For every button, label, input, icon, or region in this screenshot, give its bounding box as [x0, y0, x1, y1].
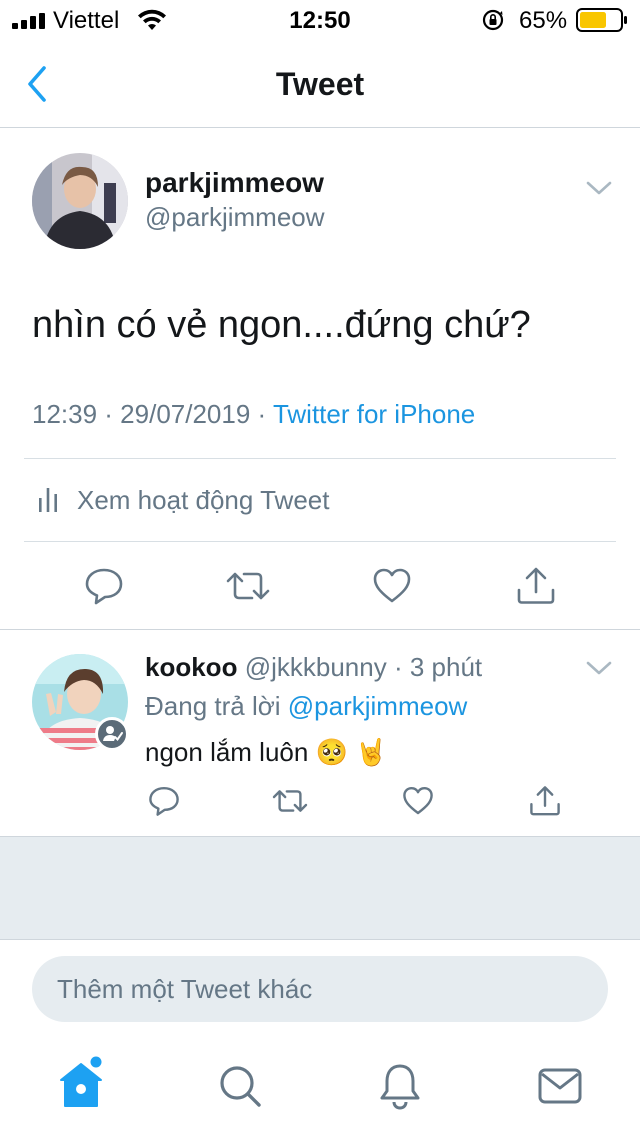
divider [24, 458, 616, 459]
tweet-activity-label: Xem hoạt động Tweet [77, 485, 330, 515]
tweet-text: nhìn có vẻ ngon....đứng chứ? [32, 304, 531, 346]
follow-badge [95, 717, 129, 751]
reply-time: 3 phút [409, 652, 483, 682]
tweet-timestamp: 12:39 · 29/07/2019 · [32, 399, 273, 429]
retweet-icon[interactable] [272, 785, 308, 817]
divider [0, 629, 640, 630]
reply-text: ngon lắm luôn 🥺 🤘 [145, 737, 388, 767]
battery-percent: 65% [519, 7, 568, 34]
search-icon[interactable] [218, 1064, 262, 1108]
compose-placeholder: Thêm một Tweet khác [57, 974, 313, 1004]
divider [24, 541, 616, 542]
battery-icon [576, 8, 627, 32]
messages-icon[interactable] [538, 1066, 582, 1106]
reply-separator: · [393, 652, 403, 682]
replying-to-prefix: Đang trả lời [145, 691, 288, 721]
home-icon[interactable] [58, 1056, 104, 1108]
replying-to-mention[interactable]: @parkjimmeow [288, 691, 468, 721]
chevron-down-icon[interactable] [585, 178, 613, 198]
tweet-meta: 12:39 · 29/07/2019 · Twitter for iPhone [32, 397, 475, 431]
replying-to: Đang trả lời @parkjimmeow [145, 689, 467, 723]
page-title: Tweet [275, 66, 365, 102]
rotation-lock-icon [482, 9, 504, 31]
share-icon[interactable] [516, 566, 556, 606]
person-check-icon [103, 726, 123, 742]
chevron-down-icon[interactable] [585, 658, 613, 678]
timeline-end-area [0, 837, 640, 939]
reply-icon[interactable] [84, 566, 124, 606]
tweet-source-link[interactable]: Twitter for iPhone [273, 399, 475, 429]
notifications-icon[interactable] [378, 1062, 422, 1110]
author-avatar[interactable] [32, 153, 128, 249]
author-display-name[interactable]: parkjimmeow [145, 166, 324, 200]
author-handle[interactable]: @parkjimmeow [145, 200, 325, 234]
divider [0, 939, 640, 940]
like-icon[interactable] [372, 566, 412, 606]
bar-chart-icon [39, 488, 57, 512]
like-icon[interactable] [402, 785, 434, 817]
reply-header: kookoo @jkkkbunny · 3 phút [145, 650, 482, 684]
compose-tweet-input[interactable]: Thêm một Tweet khác [32, 956, 608, 1022]
retweet-icon[interactable] [226, 566, 270, 606]
avatar-image [32, 153, 128, 249]
nav-bar: Tweet [0, 40, 640, 128]
reply-handle[interactable]: @jkkkbunny [245, 652, 387, 682]
reply-display-name[interactable]: kookoo [145, 652, 237, 682]
status-bar: Viettel 12:50 65% [0, 0, 640, 40]
share-icon[interactable] [529, 785, 561, 817]
reply-icon[interactable] [148, 785, 180, 817]
